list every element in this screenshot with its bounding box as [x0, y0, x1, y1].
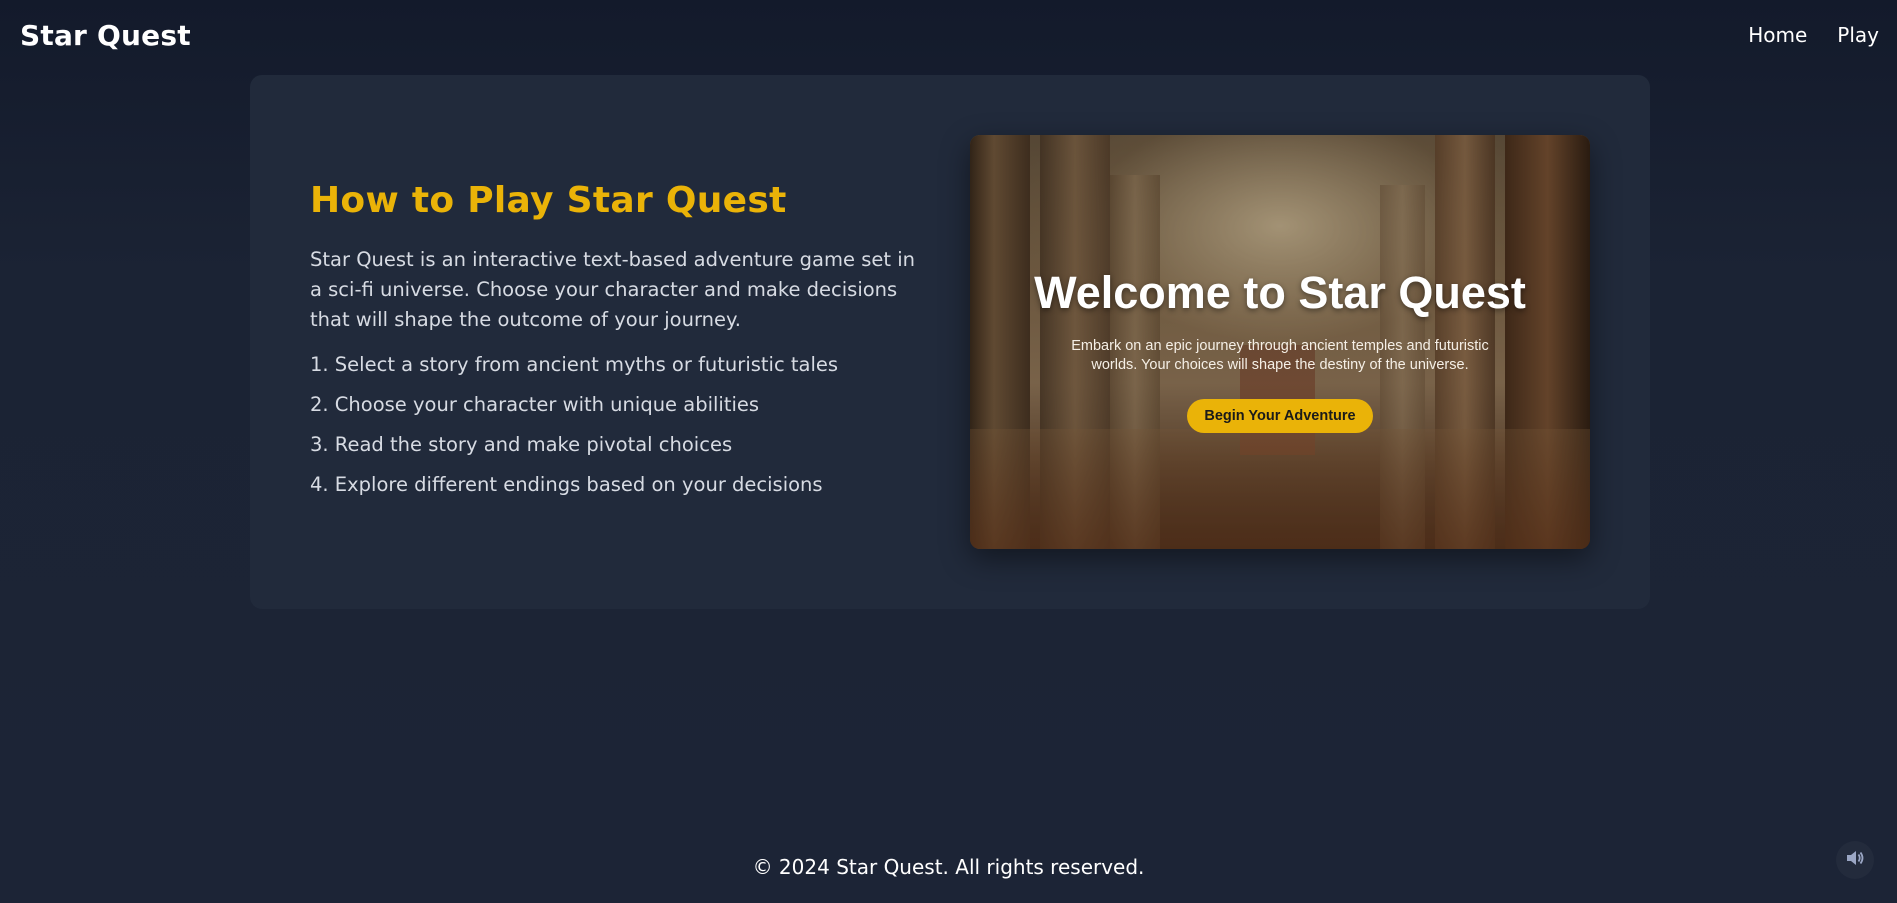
nav-link-home[interactable]: Home — [1748, 23, 1807, 47]
navbar: Star Quest Home Play — [0, 0, 1897, 70]
brand-logo[interactable]: Star Quest — [20, 19, 191, 52]
intro-text: Star Quest is an interactive text-based … — [310, 248, 915, 331]
hero-title: Welcome to Star Quest — [1034, 267, 1526, 318]
speaker-icon — [1845, 849, 1865, 871]
step-item: 4. Explore different endings based on yo… — [310, 473, 823, 496]
sound-toggle-button[interactable] — [1836, 841, 1874, 879]
step-item: 2. Choose your character with unique abi… — [310, 393, 760, 416]
instructions-panel: How to Play Star Quest Star Quest is an … — [310, 180, 930, 513]
footer: © 2024 Star Quest. All rights reserved. — [0, 855, 1897, 879]
hero-banner: Welcome to Star Quest Embark on an epic … — [970, 135, 1590, 549]
begin-adventure-button[interactable]: Begin Your Adventure — [1187, 399, 1373, 433]
how-to-play-card: How to Play Star Quest Star Quest is an … — [250, 75, 1650, 609]
page-title: How to Play Star Quest — [310, 180, 787, 221]
copyright-text: © 2024 Star Quest. All rights reserved. — [752, 855, 1145, 879]
step-item: 1. Select a story from ancient myths or … — [310, 353, 839, 376]
nav-links: Home Play — [1748, 23, 1879, 47]
nav-link-play[interactable]: Play — [1837, 23, 1879, 47]
hero-content: Welcome to Star Quest Embark on an epic … — [970, 135, 1590, 549]
step-item: 3. Read the story and make pivotal choic… — [310, 433, 733, 456]
steps-list: 1. Select a story from ancient myths or … — [310, 353, 930, 497]
hero-subtitle: Embark on an epic journey through ancien… — [1071, 338, 1489, 373]
